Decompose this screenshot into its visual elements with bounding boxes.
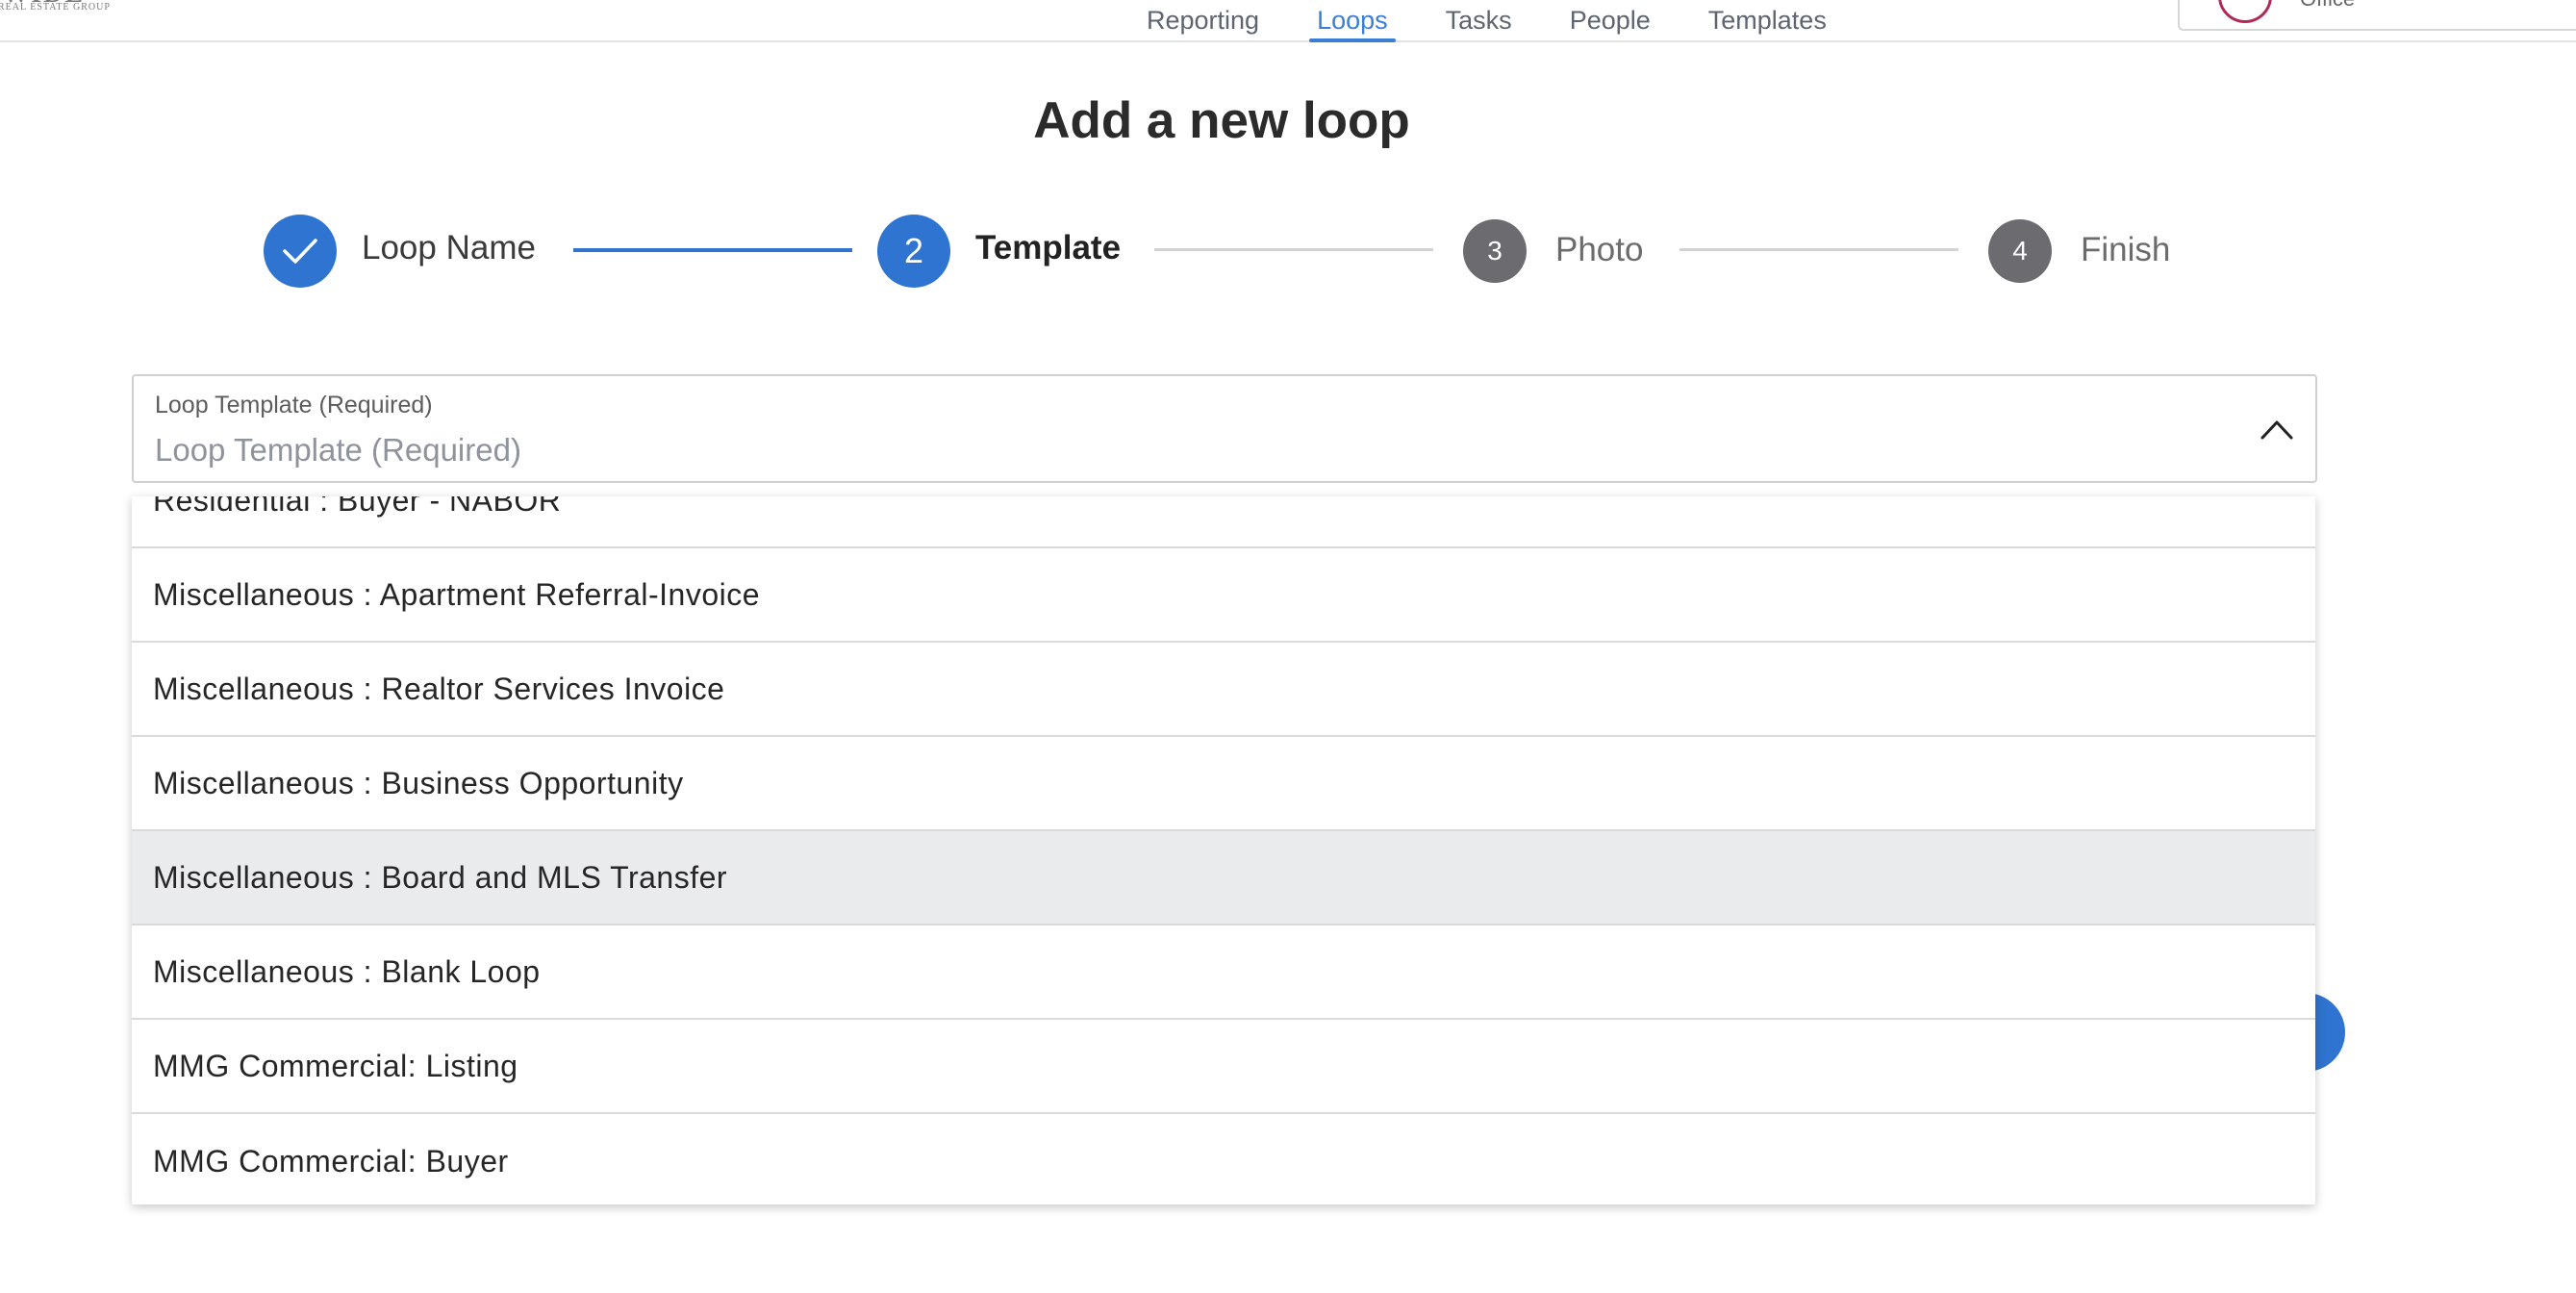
step-1-circle xyxy=(264,215,337,288)
page-title: Add a new loop xyxy=(1033,92,1410,149)
step-2-circle: 2 xyxy=(877,215,950,288)
check-icon xyxy=(283,239,317,264)
office-switcher[interactable]: Office xyxy=(2178,0,2576,31)
nav-loops[interactable]: Loops xyxy=(1288,0,1417,42)
dropdown-option[interactable]: Miscellaneous : Apartment Referral-Invoi… xyxy=(132,548,2315,643)
nav-templates[interactable]: Templates xyxy=(1679,0,1856,40)
loop-template-label: Loop Template (Required) xyxy=(155,392,433,418)
main-nav: Reporting Loops Tasks People Templates xyxy=(1118,0,1856,42)
dropdown-option[interactable]: MMG Commercial: Buyer xyxy=(132,1114,2315,1204)
step-2-label: Template xyxy=(975,229,1122,266)
dropdown-option[interactable]: Miscellaneous : Blank Loop xyxy=(132,925,2315,1020)
office-label: Office xyxy=(2300,0,2355,12)
dropdown-option-highlighted[interactable]: Miscellaneous : Board and MLS Transfer xyxy=(132,831,2315,925)
dropdown-option[interactable]: Residential : Buyer - NABOR xyxy=(132,496,2315,548)
logo-subtext: REAL ESTATE GROUP xyxy=(0,2,111,13)
dropdown-option[interactable]: Miscellaneous : Business Opportunity xyxy=(132,737,2315,831)
step-1-label: Loop Name xyxy=(362,229,536,266)
top-nav-bar: NWIDE REAL ESTATE GROUP Reporting Loops … xyxy=(0,0,2576,42)
loop-template-placeholder: Loop Template (Required) xyxy=(155,432,521,468)
chevron-up-icon[interactable] xyxy=(2260,417,2294,442)
step-3-circle: 3 xyxy=(1463,219,1527,283)
step-connector-2 xyxy=(1154,248,1433,251)
step-connector-3 xyxy=(1679,248,1958,251)
step-3-label: Photo xyxy=(1555,231,1644,268)
step-4-label: Finish xyxy=(2081,231,2171,268)
loop-template-select[interactable]: Loop Template (Required) Loop Template (… xyxy=(132,374,2317,483)
loop-template-dropdown: Residential : Buyer - NABOR Miscellaneou… xyxy=(132,496,2315,1204)
step-connector-1 xyxy=(573,248,852,252)
dropdown-option[interactable]: Miscellaneous : Realtor Services Invoice xyxy=(132,643,2315,737)
nav-people[interactable]: People xyxy=(1541,0,1679,40)
nav-tasks[interactable]: Tasks xyxy=(1417,0,1541,40)
nav-reporting[interactable]: Reporting xyxy=(1118,0,1288,40)
step-4-circle: 4 xyxy=(1988,219,2052,283)
office-avatar xyxy=(2218,0,2272,23)
dropdown-option[interactable]: MMG Commercial: Listing xyxy=(132,1020,2315,1114)
